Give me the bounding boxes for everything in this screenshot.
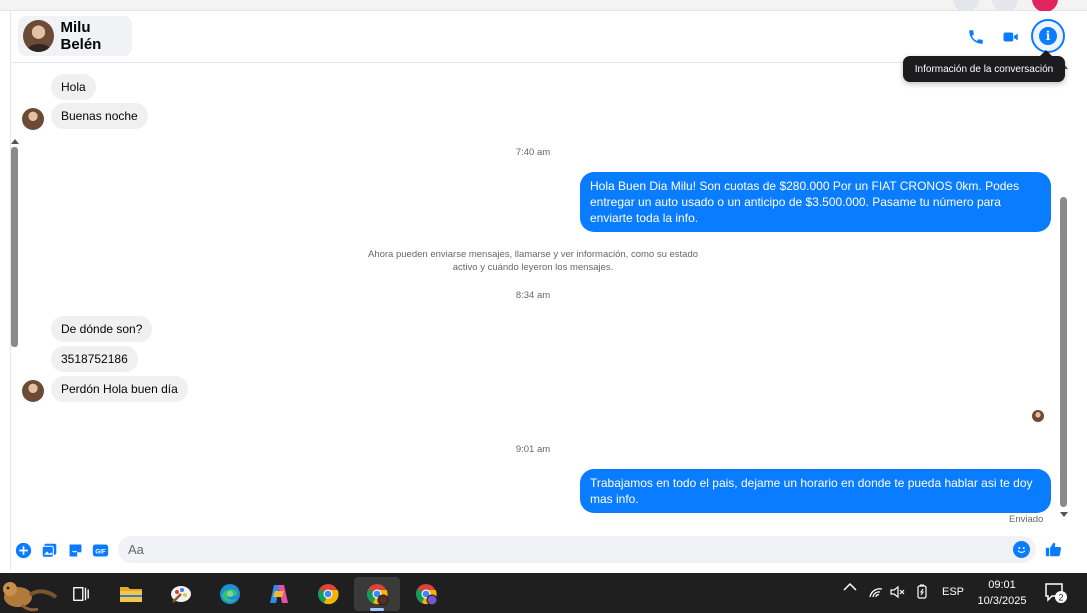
message-text: Trabajamos en todo el pais, dejame un ho… [590,476,1033,506]
volume-muted-icon [890,585,905,599]
palette-icon [171,586,191,603]
message-bubble-incoming[interactable]: 3518752186 [51,346,138,372]
desktop: Milu Belén i Hola Buenas noche 7:40 am H… [0,0,1087,613]
input-language[interactable]: ESP [942,586,964,598]
thumbs-up-icon [1045,542,1061,556]
volume-control[interactable] [889,585,905,602]
message-bubble-outgoing[interactable]: Hola Buen Dia Milu! Son cuotas de $280.0… [580,172,1051,232]
sent-status: Enviado [1009,514,1044,525]
conversation-info-button[interactable]: i [1031,19,1065,53]
emoji-button[interactable] [1013,541,1030,558]
copilot-icon [270,585,288,603]
message-input[interactable] [118,536,1036,563]
taskbar-chrome[interactable] [305,577,351,611]
timestamp: 7:40 am [515,147,551,158]
battery-status[interactable] [914,584,930,603]
timestamp: 8:34 am [515,290,551,301]
taskbar-paint-app[interactable] [158,577,204,611]
scroll-down-arrow[interactable] [1060,512,1068,517]
message-bubble-incoming[interactable]: De dónde son? [51,316,153,342]
clock-date: 10/3/2025 [977,595,1027,607]
contact-name: Milu Belén [60,19,102,53]
sticker-icon [69,544,81,556]
widget-monkey-image[interactable] [0,575,58,613]
like-button[interactable] [1043,539,1063,559]
read-receipt-avatar [1032,410,1044,422]
scrollbar-thumb[interactable] [1060,197,1067,507]
contact-avatar-small [22,108,44,130]
battery-icon [917,584,927,599]
photo-icon [41,543,56,558]
wifi-icon [869,588,883,598]
gif-icon: GIF [92,544,108,556]
video-camera-icon [1003,32,1018,42]
message-bubble-incoming[interactable]: Buenas noche [51,103,148,129]
taskbar-copilot[interactable] [256,577,302,611]
taskbar-edge[interactable] [207,577,253,611]
plus-circle-icon [15,542,31,558]
widgets-icon [3,582,58,612]
gif-button[interactable]: GIF [90,540,110,560]
taskbar-file-explorer[interactable] [108,577,154,611]
taskbar-chrome-profile-active[interactable] [354,577,400,611]
chrome-profile-icon [416,584,438,606]
taskbar-chrome-profile-2[interactable] [403,577,449,611]
more-actions-button[interactable] [13,540,33,560]
task-view-icon [73,587,89,601]
message-bubble-incoming[interactable]: Hola [51,74,96,100]
conversation-info-tooltip: Información de la conversación [903,50,1065,82]
timestamp: 9:01 am [515,444,551,455]
taskbar-task-view[interactable] [58,577,104,611]
notification-center-button[interactable]: 2 [1044,582,1068,607]
contact-avatar [23,20,54,52]
chevron-up-icon [843,582,857,591]
phone-icon [969,30,983,44]
smiley-icon [1017,547,1026,553]
message-text: 3518752186 [61,352,128,366]
notification-icon: 2 [1045,583,1067,603]
contact-avatar-small [22,380,44,402]
message-text: Perdón Hola buen día [61,382,178,396]
message-bubble-incoming[interactable]: Perdón Hola buen día [51,376,188,402]
windows-taskbar: ESP 09:01 10/3/2025 2 [0,573,1087,613]
info-icon: i [1039,27,1057,45]
chat-window: Milu Belén i Hola Buenas noche 7:40 am H… [10,11,1066,570]
scroll-up-arrow-left[interactable] [11,139,19,144]
message-text: Buenas noche [61,109,138,123]
chrome-profile-icon [367,584,389,606]
video-call-button[interactable] [996,22,1026,52]
message-text: De dónde son? [61,322,143,336]
notification-count: 2 [1058,593,1063,603]
edge-browser-icon [220,584,240,604]
folder-icon [120,587,142,602]
browser-top-strip [0,0,1087,12]
message-bubble-outgoing[interactable]: Trabajamos en todo el pais, dejame un ho… [580,469,1051,513]
network-status[interactable] [868,585,884,602]
message-composer: GIF [0,535,1070,565]
sticker-button[interactable] [65,540,85,560]
scrollbar-left[interactable] [11,147,18,347]
message-text: Hola [61,80,86,94]
system-clock[interactable]: 09:01 10/3/2025 [970,577,1034,609]
attach-media-button[interactable] [39,540,59,560]
system-notice: Ahora pueden enviarse mensajes, llamarse… [367,249,699,273]
svg-text:GIF: GIF [95,548,106,555]
chrome-icon [318,584,339,605]
contact-button[interactable]: Milu Belén [18,16,132,56]
show-hidden-icons-button[interactable] [843,582,857,595]
clock-time: 09:01 [988,579,1016,591]
voice-call-button[interactable] [961,22,991,52]
message-text: Hola Buen Dia Milu! Son cuotas de $280.0… [590,179,1020,225]
